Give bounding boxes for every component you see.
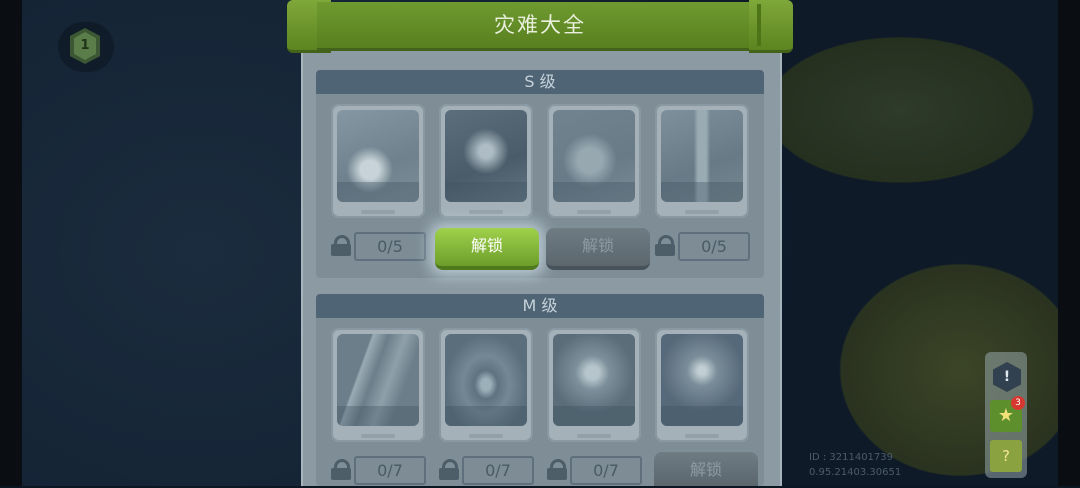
disaster-card[interactable] <box>547 104 641 218</box>
padlock-icon <box>547 459 567 480</box>
card-art-ruins <box>337 334 419 426</box>
debug-id-text: ID : 3211401739 0.95.21403.30651 <box>809 450 901 480</box>
disaster-card[interactable] <box>439 328 533 442</box>
unlock-button-disabled[interactable]: 解锁 <box>654 452 758 486</box>
card-art-hand <box>337 110 419 202</box>
progress-count: 0/5 <box>678 232 750 261</box>
disaster-card[interactable] <box>655 328 749 442</box>
disaster-card[interactable] <box>655 104 749 218</box>
padlock-icon <box>331 235 351 256</box>
card-foot <box>577 210 611 214</box>
card-foot <box>361 210 395 214</box>
card-foot <box>685 434 719 438</box>
progress-count: 0/7 <box>570 456 642 485</box>
card-art-cosmic <box>661 334 743 426</box>
disaster-card[interactable] <box>331 328 425 442</box>
unlock-button[interactable]: 解锁 <box>435 228 539 270</box>
debug-coords-line: 0.95.21403.30651 <box>809 467 902 478</box>
padlock-icon <box>331 459 351 480</box>
card-art-tornado <box>661 110 743 202</box>
card-foot <box>577 434 611 438</box>
section-header: S 级 <box>316 70 764 94</box>
left-screen-edge <box>0 0 22 486</box>
title-banner: 灾难大全 <box>287 0 793 54</box>
info-hex-icon[interactable]: ! <box>993 362 1021 392</box>
card-foot <box>685 210 719 214</box>
padlock-icon <box>439 459 459 480</box>
card-art-creature <box>553 110 635 202</box>
progress-count: 0/7 <box>462 456 534 485</box>
page-title: 灾难大全 <box>494 13 586 37</box>
debug-id-line: ID : 3211401739 <box>809 452 893 463</box>
card-foot <box>469 210 503 214</box>
notification-badge: 3 <box>1011 396 1025 410</box>
card-art-storm <box>445 110 527 202</box>
unlock-button-disabled[interactable]: 解锁 <box>546 228 650 270</box>
right-screen-edge <box>1058 0 1080 486</box>
player-level-badge[interactable]: 1 <box>58 22 114 72</box>
disaster-card[interactable] <box>439 104 533 218</box>
progress-count: 0/5 <box>354 232 426 261</box>
section-header: M 级 <box>316 294 764 318</box>
side-dock: ! ★ ? <box>985 352 1027 478</box>
card-art-explosion <box>553 334 635 426</box>
quest-book-icon[interactable]: ? <box>990 440 1022 472</box>
card-art-whirlpool <box>445 334 527 426</box>
progress-count: 0/7 <box>354 456 426 485</box>
card-foot <box>361 434 395 438</box>
disaster-card[interactable] <box>547 328 641 442</box>
card-foot <box>469 434 503 438</box>
padlock-icon <box>655 235 675 256</box>
disaster-card[interactable] <box>331 104 425 218</box>
